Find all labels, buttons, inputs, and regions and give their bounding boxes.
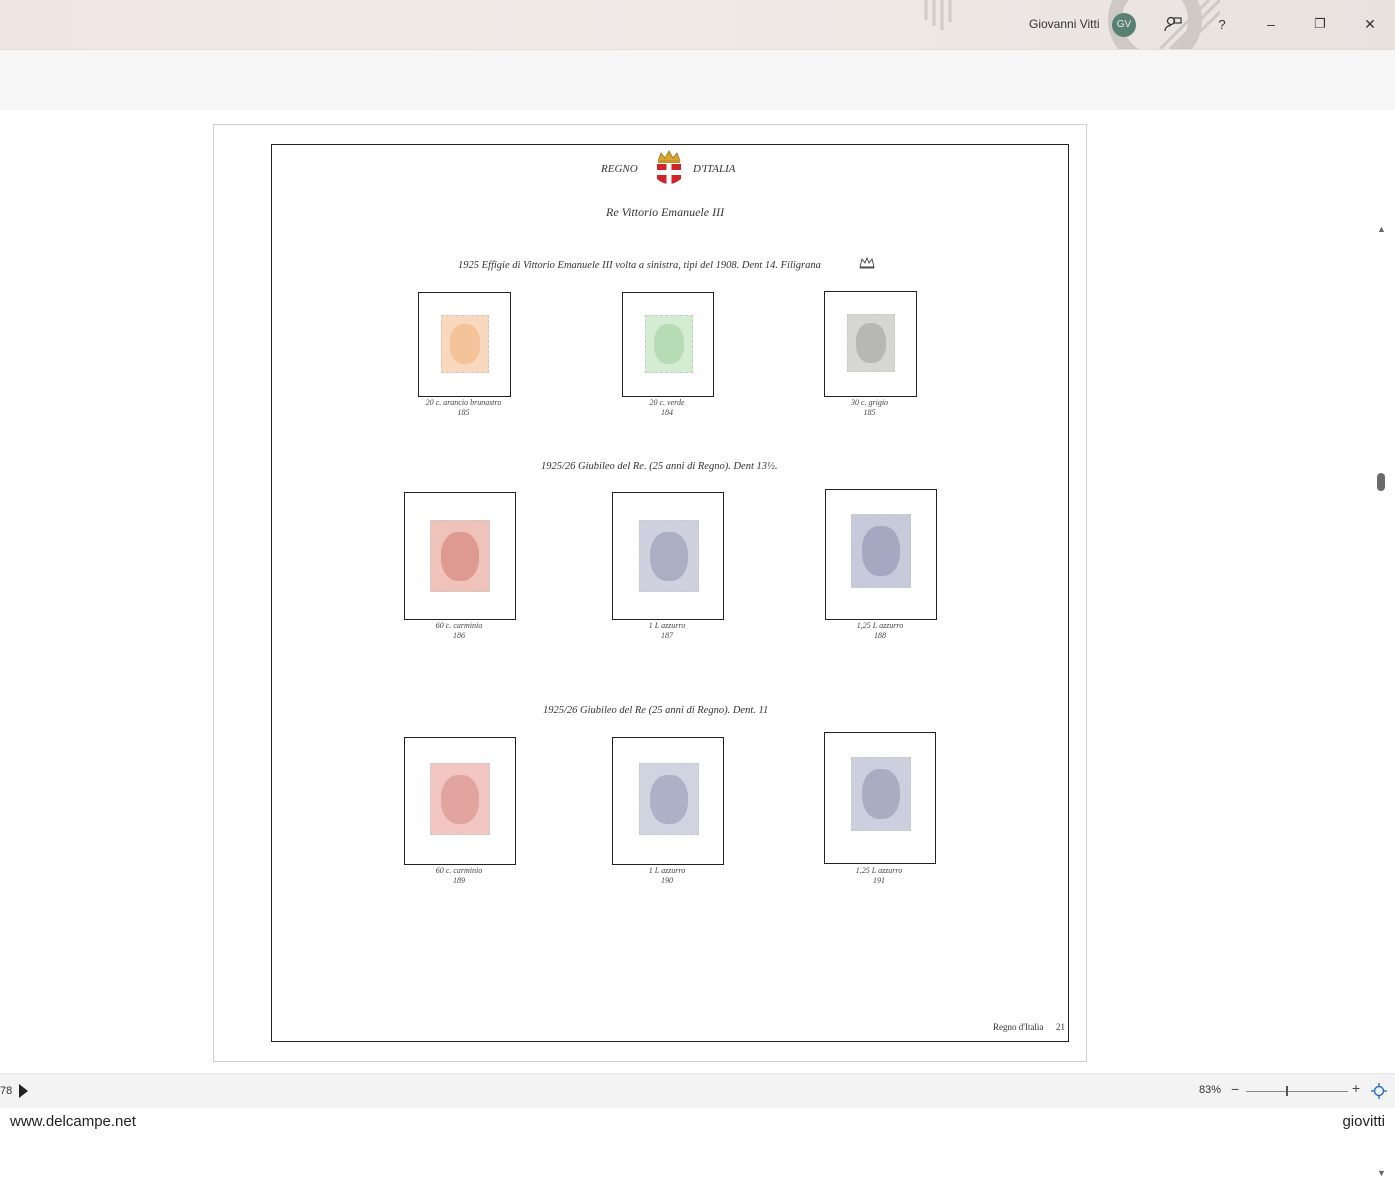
watermark-bar: www.delcampe.net giovitti (0, 1108, 1395, 1131)
stamp-image (645, 315, 693, 373)
stamp-caption: 1,25 L azzurro 191 (855, 866, 903, 885)
header-ditalia: D'ITALIA (693, 163, 736, 175)
stamp-mount[interactable] (825, 489, 937, 620)
zoom-in-button[interactable]: + (1352, 1080, 1360, 1096)
stamp-mount[interactable] (622, 292, 714, 397)
status-bar: 78 83% − + (0, 1073, 1395, 1109)
stamp-mount[interactable] (418, 292, 511, 397)
stamp-image (441, 315, 489, 373)
stamp-caption: 30 c. grigio 185 (850, 398, 889, 417)
stamp-caption: 60 c. carminio 186 (435, 621, 483, 640)
zoom-out-button[interactable]: − (1231, 1081, 1239, 1097)
stamp-image (639, 520, 699, 592)
stamp-image (851, 757, 911, 831)
stamp-image (847, 314, 895, 372)
header-regno: REGNO (601, 163, 638, 175)
zoom-slider-handle[interactable] (1286, 1086, 1288, 1096)
title-bar: Giovanni Vitti GV ? – ❐ ✕ (0, 0, 1395, 50)
crown-watermark-icon (859, 257, 875, 269)
stamp-image (430, 520, 490, 592)
fit-to-window-icon[interactable] (1371, 1083, 1387, 1099)
zoom-level[interactable]: 83% (1199, 1084, 1221, 1096)
stamp-mount[interactable] (824, 732, 936, 864)
page-indicator: 78 (0, 1085, 13, 1097)
minimize-button[interactable]: – (1257, 10, 1285, 38)
avatar[interactable]: GV (1112, 13, 1136, 37)
stamp-mount[interactable] (612, 492, 724, 620)
stamp-image (430, 763, 490, 835)
stamp-mount[interactable] (824, 291, 917, 397)
feedback-icon[interactable] (1159, 10, 1187, 38)
restore-button[interactable]: ❐ (1306, 10, 1334, 38)
stamp-mount[interactable] (612, 737, 724, 865)
vertical-scrollbar-thumb[interactable] (1377, 473, 1385, 491)
scroll-down-arrow-icon[interactable]: ▼ (1377, 1168, 1386, 1178)
watermark-site: www.delcampe.net (10, 1113, 136, 1130)
section-heading: 1925 Effigie di Vittorio Emanuele III vo… (458, 260, 821, 271)
stamp-image (851, 514, 911, 588)
section-heading: 1925/26 Giubileo del Re. (25 anni di Reg… (541, 461, 778, 472)
zoom-slider[interactable] (1246, 1091, 1348, 1092)
document-canvas[interactable]: REGNO D'ITALIA Re Vittorio Emanuele III … (0, 110, 1395, 1178)
play-icon[interactable] (19, 1084, 28, 1098)
watermark-user: giovitti (1342, 1113, 1385, 1130)
help-button[interactable]: ? (1208, 10, 1236, 38)
user-name[interactable]: Giovanni Vitti (1029, 17, 1099, 31)
stamp-caption: 1 L azzurro 187 (648, 621, 686, 640)
scroll-up-arrow-icon[interactable]: ▲ (1377, 224, 1386, 234)
close-button[interactable]: ✕ (1356, 10, 1384, 38)
section-heading: 1925/26 Giubileo del Re (25 anni di Regn… (543, 705, 769, 716)
stamp-mount[interactable] (404, 492, 516, 620)
savoy-crest-icon (657, 150, 681, 184)
stamp-caption: 1,25 L azzurro 188 (856, 621, 904, 640)
page-footer-label: Regno d'Italia (993, 1022, 1044, 1032)
page-number: 21 (1056, 1022, 1065, 1032)
page-subtitle: Re Vittorio Emanuele III (606, 205, 725, 219)
stamp-caption: 20 c. verde 184 (649, 398, 685, 417)
page-frame: REGNO D'ITALIA Re Vittorio Emanuele III … (271, 144, 1069, 1042)
stamp-caption: 1 L azzurro 190 (648, 866, 686, 885)
stamp-image (639, 763, 699, 835)
stamp-caption: 20 c. arancio brunastro 185 (425, 398, 502, 417)
stamp-mount[interactable] (404, 737, 516, 865)
ribbon (0, 50, 1395, 110)
stamp-caption: 60 c. carminio 189 (435, 866, 483, 885)
album-page: REGNO D'ITALIA Re Vittorio Emanuele III … (213, 124, 1087, 1062)
